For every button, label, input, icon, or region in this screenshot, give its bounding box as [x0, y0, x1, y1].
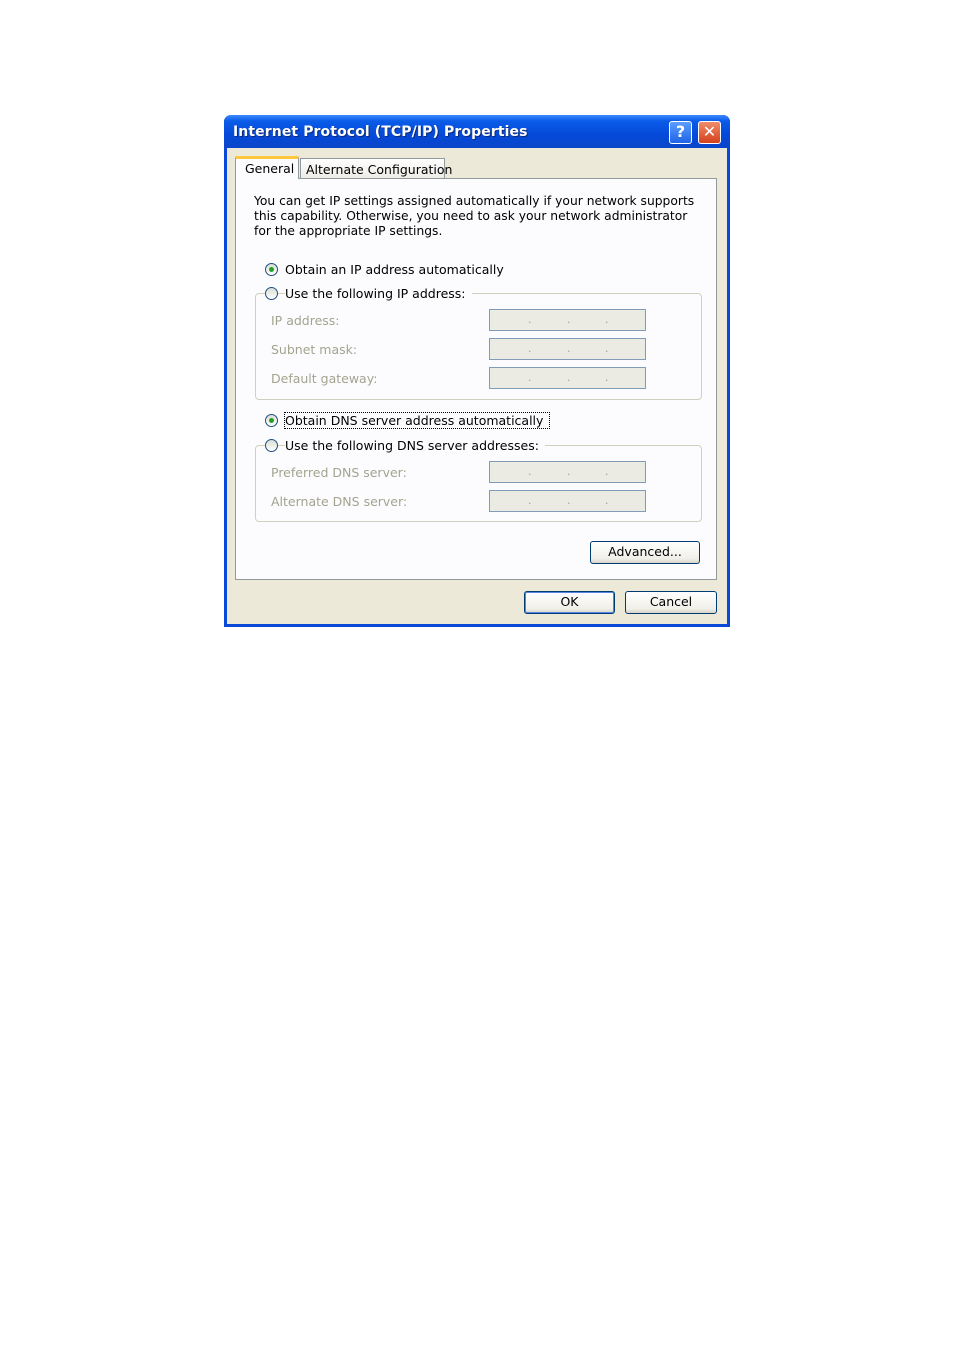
- dialog-client-area: General Alternate Configuration You can …: [227, 148, 727, 624]
- tab-alternate-configuration[interactable]: Alternate Configuration: [300, 158, 452, 179]
- radio-selected-icon: [265, 414, 278, 427]
- obtain-ip-auto-label: Obtain an IP address automatically: [285, 262, 510, 277]
- default-gateway-input[interactable]: . . .: [489, 367, 646, 389]
- preferred-dns-input[interactable]: . . .: [489, 461, 646, 483]
- subnet-mask-label: Subnet mask:: [271, 342, 358, 357]
- default-gateway-label: Default gateway:: [271, 371, 378, 386]
- obtain-dns-auto-label: Obtain DNS server address automatically: [283, 412, 551, 429]
- general-tab-panel: You can get IP settings assigned automat…: [235, 178, 717, 580]
- radio-unselected-icon: [265, 439, 278, 452]
- tab-general[interactable]: General: [235, 156, 299, 179]
- window-title: Internet Protocol (TCP/IP) Properties: [233, 124, 528, 140]
- use-following-dns-label: Use the following DNS server addresses:: [285, 438, 545, 453]
- description-text: You can get IP settings assigned automat…: [254, 194, 695, 238]
- radio-unselected-icon: [265, 287, 278, 300]
- alternate-dns-label: Alternate DNS server:: [271, 494, 408, 509]
- help-button[interactable]: ?: [669, 121, 692, 144]
- close-icon: ✕: [702, 122, 717, 141]
- alternate-dns-input[interactable]: . . .: [489, 490, 646, 512]
- close-button[interactable]: ✕: [698, 121, 721, 144]
- tcpip-properties-dialog: Internet Protocol (TCP/IP) Properties ? …: [224, 115, 730, 627]
- cancel-button[interactable]: Cancel: [625, 591, 717, 614]
- ok-button[interactable]: OK: [524, 591, 615, 614]
- advanced-button[interactable]: Advanced...: [590, 541, 700, 564]
- ip-address-input[interactable]: . . .: [489, 309, 646, 331]
- subnet-mask-input[interactable]: . . .: [489, 338, 646, 360]
- question-mark-icon: ?: [675, 122, 686, 141]
- preferred-dns-label: Preferred DNS server:: [271, 465, 407, 480]
- ip-address-label: IP address:: [271, 313, 340, 328]
- radio-selected-icon: [265, 263, 278, 276]
- use-following-ip-label: Use the following IP address:: [285, 286, 472, 301]
- title-bar[interactable]: Internet Protocol (TCP/IP) Properties ? …: [224, 115, 730, 148]
